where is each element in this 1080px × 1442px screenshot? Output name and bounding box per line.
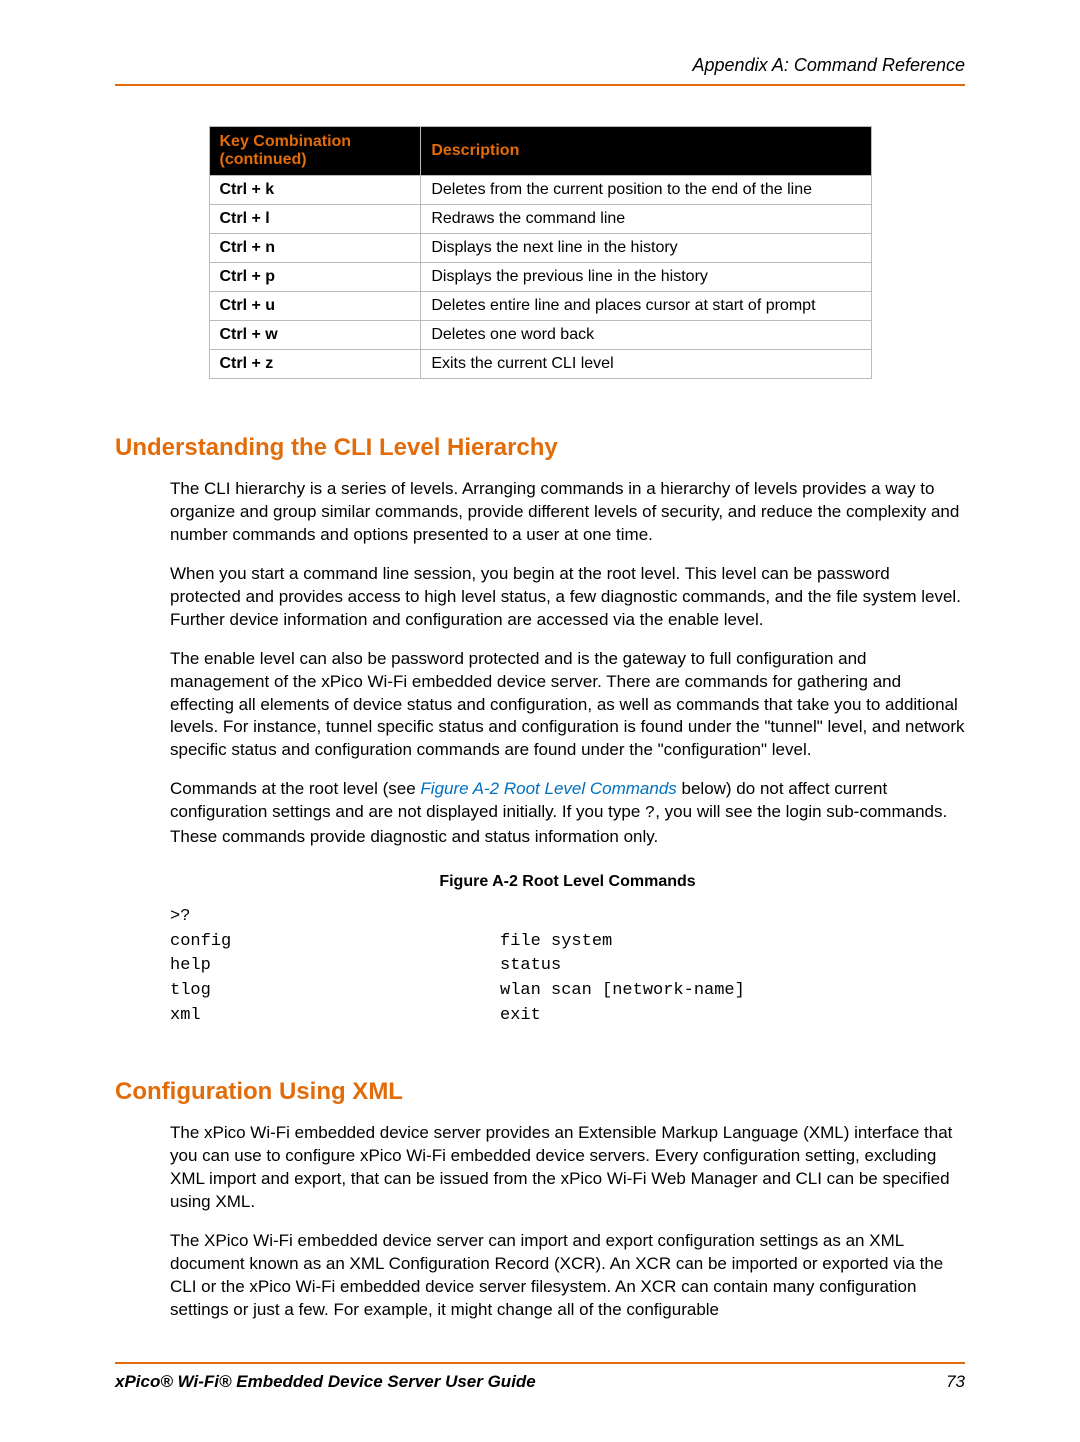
- heading-xml-config: Configuration Using XML: [115, 1078, 965, 1106]
- footer-guide: xPico® Wi-Fi® Embedded Device Server Use…: [115, 1372, 536, 1392]
- table-row: Ctrl + nDisplays the next line in the hi…: [209, 234, 871, 263]
- inline-code: ?: [645, 804, 655, 823]
- text: Commands at the root level (see: [170, 779, 420, 798]
- cell-key: Ctrl + n: [209, 234, 421, 263]
- th-desc: Description: [421, 127, 871, 176]
- cell-desc: Deletes entire line and places cursor at…: [421, 292, 871, 321]
- code-line: tlog: [170, 979, 500, 1004]
- cell-desc: Deletes one word back: [421, 321, 871, 350]
- code-line: status: [500, 954, 965, 979]
- footer: xPico® Wi-Fi® Embedded Device Server Use…: [115, 1372, 965, 1392]
- cell-key: Ctrl + p: [209, 263, 421, 292]
- cell-key: Ctrl + w: [209, 321, 421, 350]
- code-col-left: config help tlog xml: [170, 930, 500, 1029]
- th-key: Key Combination (continued): [209, 127, 421, 176]
- paragraph: The enable level can also be password pr…: [170, 648, 965, 763]
- code-line: xml: [170, 1004, 500, 1029]
- table-row: Ctrl + kDeletes from the current positio…: [209, 176, 871, 205]
- header-appendix: Appendix A: Command Reference: [115, 55, 965, 76]
- heading-cli-hierarchy: Understanding the CLI Level Hierarchy: [115, 434, 965, 462]
- code-line: wlan scan [network-name]: [500, 979, 965, 1004]
- code-line: config: [170, 930, 500, 955]
- cell-key: Ctrl + z: [209, 350, 421, 379]
- paragraph: The XPico Wi-Fi embedded device server c…: [170, 1230, 965, 1322]
- section2-body: The xPico Wi-Fi embedded device server p…: [170, 1122, 965, 1322]
- code-line: exit: [500, 1004, 965, 1029]
- code-col-right: file system status wlan scan [network-na…: [500, 930, 965, 1029]
- table-row: Ctrl + uDeletes entire line and places c…: [209, 292, 871, 321]
- code-line: help: [170, 954, 500, 979]
- cell-desc: Deletes from the current position to the…: [421, 176, 871, 205]
- table-row: Ctrl + zExits the current CLI level: [209, 350, 871, 379]
- table-row: Ctrl + pDisplays the previous line in th…: [209, 263, 871, 292]
- table-row: Ctrl + lRedraws the command line: [209, 205, 871, 234]
- key-combination-table: Key Combination (continued) Description …: [209, 126, 872, 379]
- cell-desc: Displays the next line in the history: [421, 234, 871, 263]
- figure-link[interactable]: Figure A-2 Root Level Commands: [420, 779, 676, 798]
- cell-desc: Displays the previous line in the histor…: [421, 263, 871, 292]
- top-rule: [115, 84, 965, 86]
- figure-caption: Figure A-2 Root Level Commands: [170, 873, 965, 891]
- code-block: >? config help tlog xml file system stat…: [170, 905, 965, 1028]
- cell-key: Ctrl + k: [209, 176, 421, 205]
- cell-key: Ctrl + u: [209, 292, 421, 321]
- table-row: Ctrl + wDeletes one word back: [209, 321, 871, 350]
- page: Appendix A: Command Reference Key Combin…: [0, 0, 1080, 1442]
- cell-desc: Exits the current CLI level: [421, 350, 871, 379]
- paragraph: When you start a command line session, y…: [170, 563, 965, 632]
- paragraph: Commands at the root level (see Figure A…: [170, 778, 965, 849]
- section1-body: The CLI hierarchy is a series of levels.…: [170, 478, 965, 1028]
- code-prompt: >?: [170, 905, 965, 930]
- code-line: file system: [500, 930, 965, 955]
- cell-key: Ctrl + l: [209, 205, 421, 234]
- paragraph: The CLI hierarchy is a series of levels.…: [170, 478, 965, 547]
- bottom-rule: [115, 1362, 965, 1364]
- paragraph: The xPico Wi-Fi embedded device server p…: [170, 1122, 965, 1214]
- page-number: 73: [946, 1372, 965, 1392]
- cell-desc: Redraws the command line: [421, 205, 871, 234]
